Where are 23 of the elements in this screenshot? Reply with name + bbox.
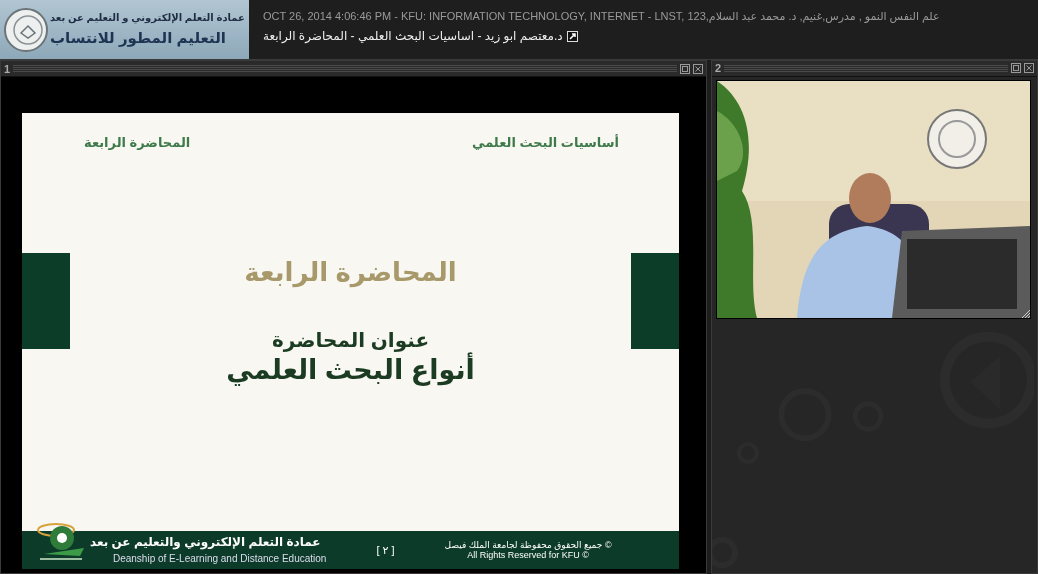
panel-number: 2: [715, 62, 722, 75]
panel-number: 1: [4, 62, 11, 75]
deanship-name-english: Deanship of E-Learning and Distance Education: [112, 553, 327, 564]
maximize-icon[interactable]: [1011, 63, 1021, 74]
logo-title: التعليم المطور للانتساب: [50, 29, 226, 47]
resize-grip-icon[interactable]: [1020, 307, 1030, 318]
slide-course: أساسيات البحث العلمي: [472, 135, 619, 150]
slide-lecture: المحاضرة الرابعة: [84, 135, 191, 150]
session-info: OCT 26, 2014 4:06:46 PM - KFU: INFORMATION TECHNOLOGY, INTERNET - LNST, 123,علم النفس النمو , مدرس,غنيم, د. محمد عبد السلام: [263, 10, 940, 23]
deanship-name: عمادة التعلم الإلكتروني والتعليم عن بعد: [90, 535, 321, 549]
close-icon[interactable]: [1024, 63, 1034, 74]
rights-text: جميع الحقوق محفوظة لجامعة الملك فيصل ©: [444, 540, 612, 550]
page-number: [ ٢ ]: [376, 543, 395, 557]
slide-subheading: عنوان المحاضرة: [271, 328, 430, 352]
slide-topic: أنواع البحث العلمي: [226, 354, 475, 386]
maximize-icon[interactable]: [680, 63, 690, 74]
session-title: د.معتصم ابو زيد - اساسيات البحث العلمي - المحاضرة الرابعة: [263, 29, 563, 43]
rights-text-english: All Rights Reserved for KFU ©: [467, 550, 589, 560]
logo-subtitle: عمادة التعلم الإلكتروني و التعليم عن بعد: [50, 12, 245, 23]
slide-heading: المحاضرة الرابعة: [244, 257, 457, 288]
seal-icon: [4, 5, 48, 54]
popout-icon[interactable]: [566, 30, 578, 42]
close-icon[interactable]: [693, 63, 703, 74]
